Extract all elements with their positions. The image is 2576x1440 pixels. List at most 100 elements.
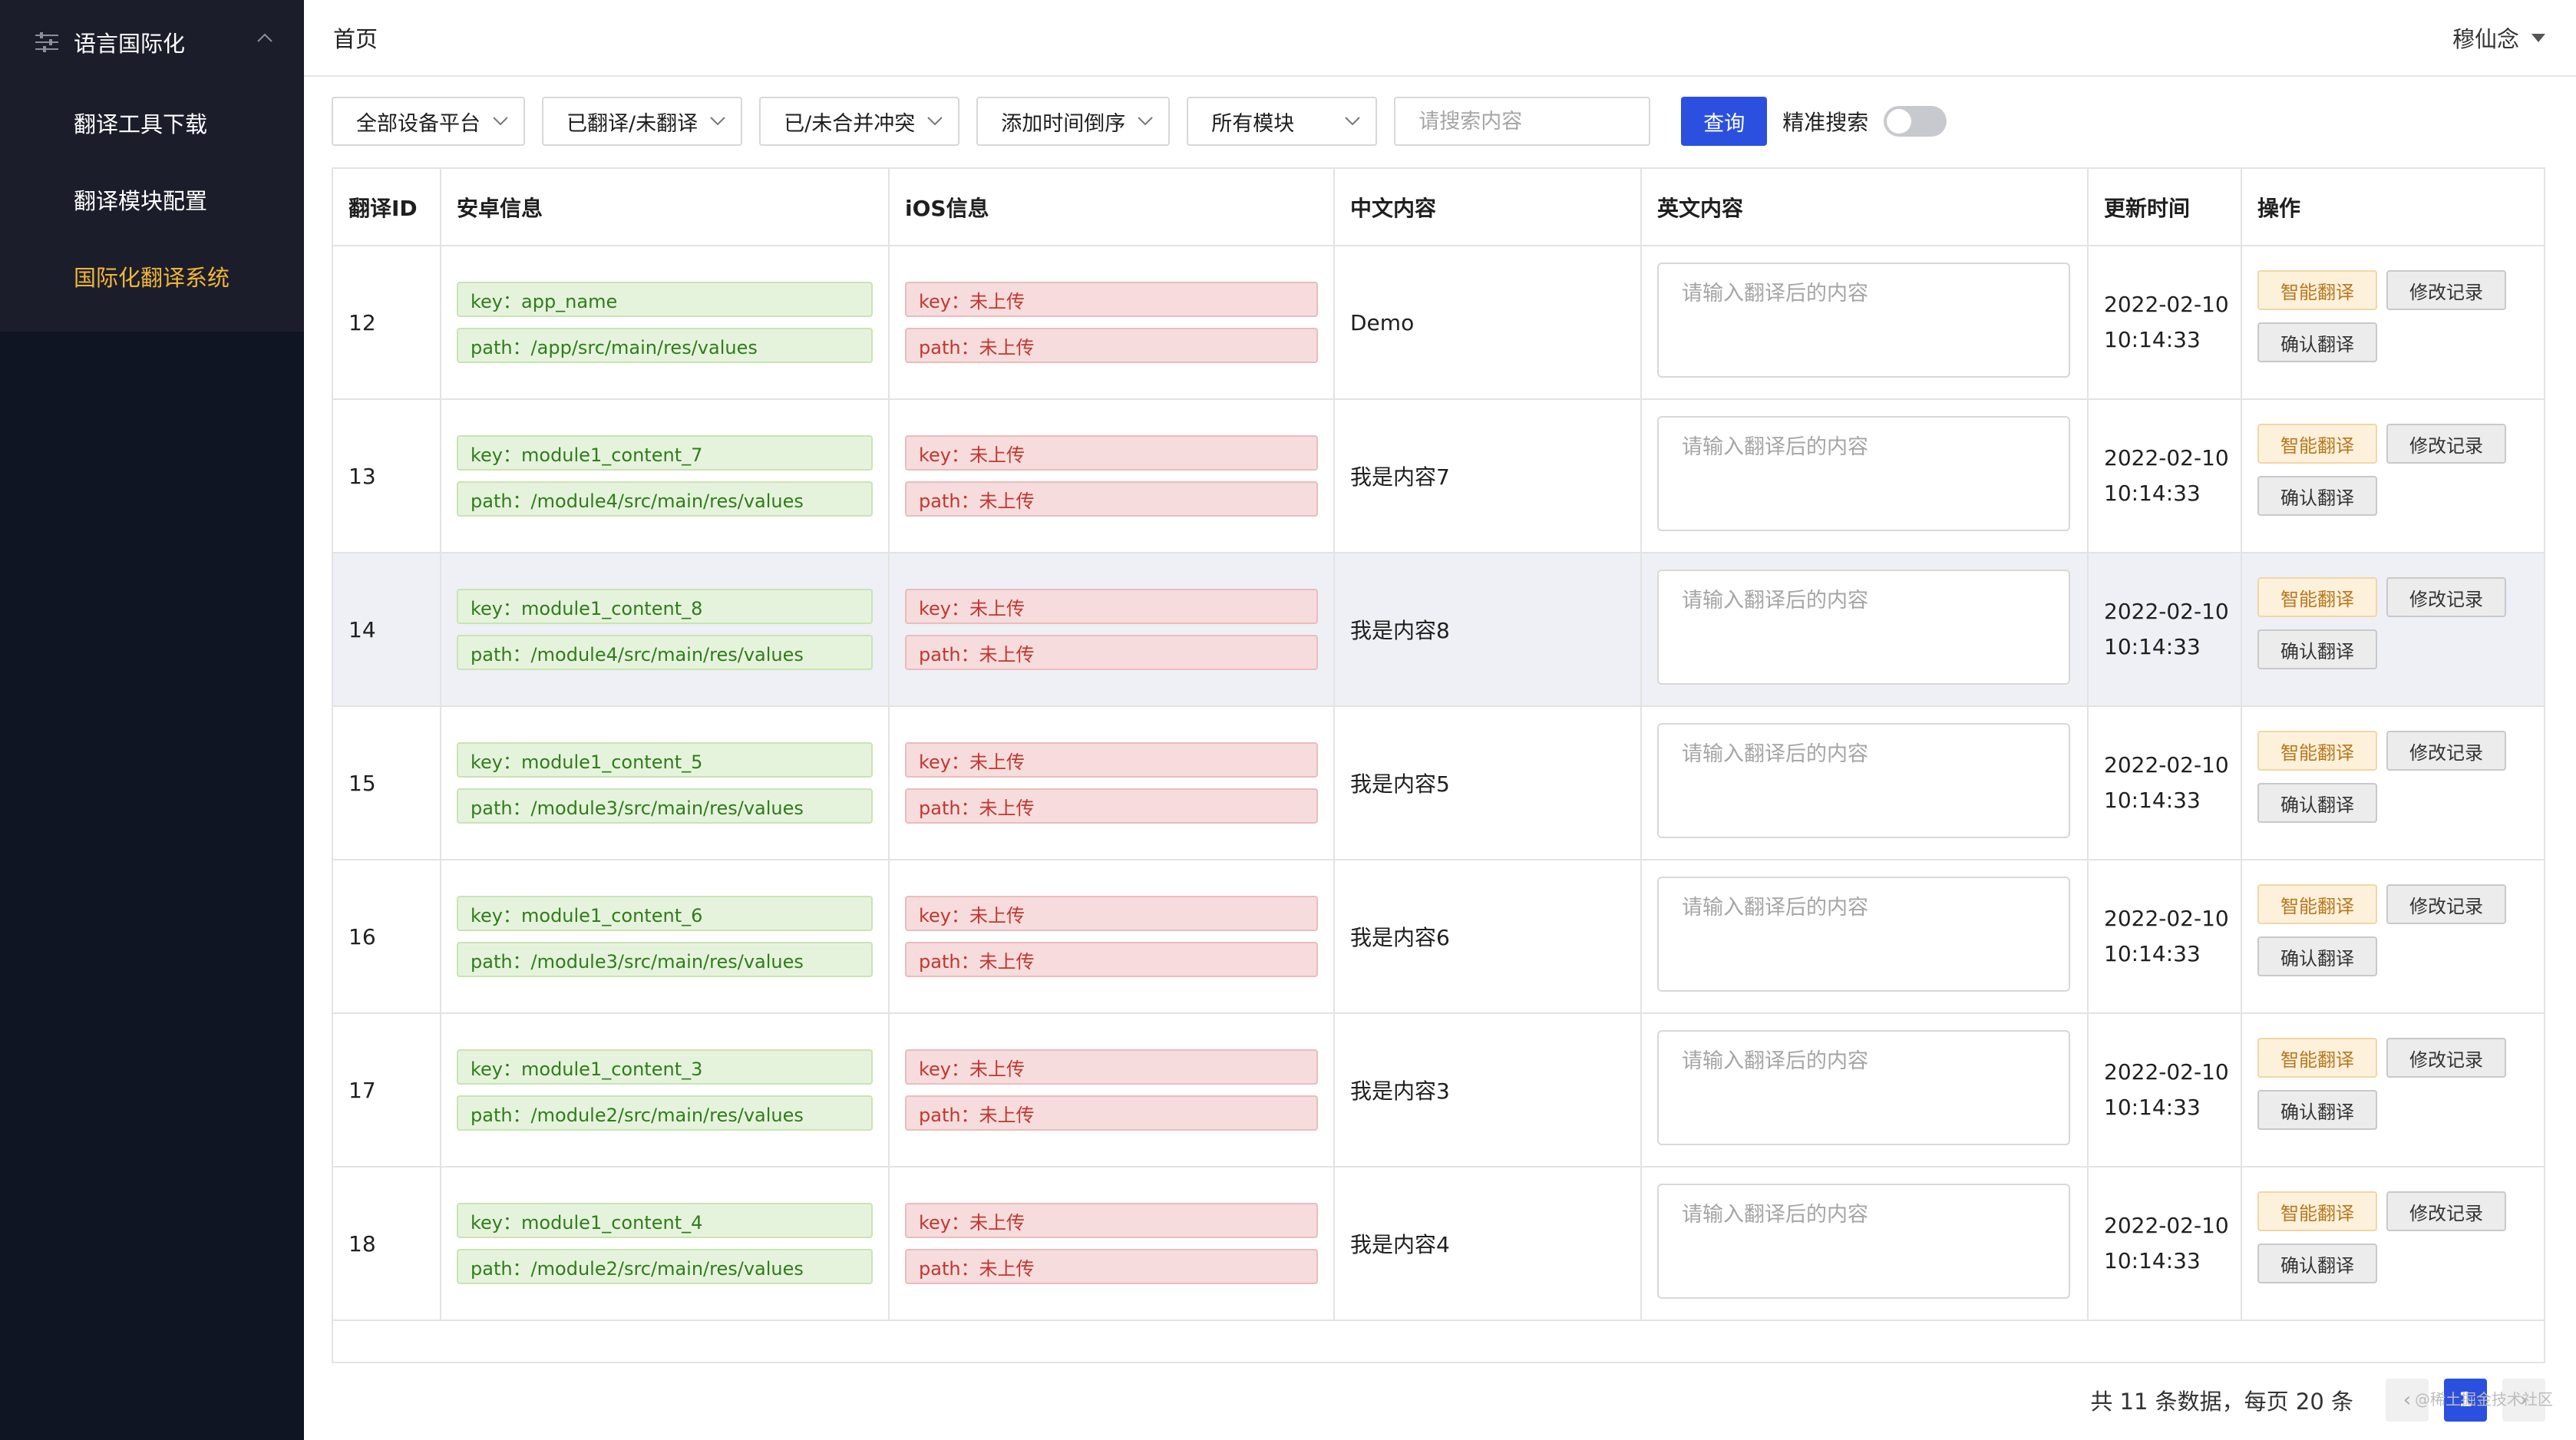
update-date: 2022-02-10 (2104, 752, 2229, 778)
android-key-tag: key：module1_content_7 (457, 435, 873, 471)
column-header-english: 英文内容 (1641, 169, 2089, 246)
cell-english (1641, 246, 2089, 400)
cell-android: key：module1_content_8 path：/module4/src/… (441, 553, 890, 707)
conflict-select[interactable]: 已/未合并冲突 (759, 97, 960, 146)
table-row: 16 key：module1_content_6 path：/module3/s… (333, 860, 2544, 1014)
action-group: 智能翻译 修改记录 确认翻译 (2257, 577, 2518, 682)
cell-ios: key：未上传 path：未上传 (889, 706, 1335, 860)
cell-english (1641, 553, 2089, 707)
translation-table[interactable]: 翻译ID 安卓信息 iOS信息 中文内容 英文内容 更新时间 操作 12 key… (332, 167, 2545, 1363)
confirm-translate-button[interactable]: 确认翻译 (2257, 936, 2377, 976)
update-date: 2022-02-10 (2104, 1059, 2229, 1085)
confirm-translate-button[interactable]: 确认翻译 (2257, 322, 2377, 362)
cell-updated: 2022-02-10 10:14:33 (2088, 860, 2242, 1014)
confirm-translate-button[interactable]: 确认翻译 (2257, 629, 2377, 669)
sort-select[interactable]: 添加时间倒序 (976, 97, 1171, 146)
update-time: 10:14:33 (2104, 327, 2201, 352)
change-log-button[interactable]: 修改记录 (2386, 577, 2506, 617)
smart-translate-button[interactable]: 智能翻译 (2257, 731, 2377, 771)
change-log-button[interactable]: 修改记录 (2386, 731, 2506, 771)
breadcrumb[interactable]: 首页 (333, 21, 378, 54)
action-group: 智能翻译 修改记录 确认翻译 (2257, 424, 2518, 528)
confirm-translate-button[interactable]: 确认翻译 (2257, 783, 2377, 823)
ios-path-tag: path：未上传 (905, 1249, 1318, 1284)
action-group: 智能翻译 修改记录 确认翻译 (2257, 884, 2518, 989)
user-menu[interactable]: 穆仙念 (2452, 21, 2545, 54)
smart-translate-button[interactable]: 智能翻译 (2257, 270, 2377, 310)
english-translation-input[interactable] (1657, 1183, 2070, 1299)
cell-ios: key：未上传 path：未上传 (889, 1013, 1335, 1168)
column-header-updated: 更新时间 (2088, 169, 2242, 246)
smart-translate-button[interactable]: 智能翻译 (2257, 884, 2377, 924)
sidebar-item-tool-download[interactable]: 翻译工具下载 (0, 84, 304, 161)
module-select[interactable]: 所有模块 (1187, 97, 1378, 146)
select-value: 添加时间倒序 (1001, 111, 1126, 136)
sidebar-item-translation-system[interactable]: 国际化翻译系统 (0, 238, 304, 315)
action-group: 智能翻译 修改记录 确认翻译 (2257, 270, 2518, 375)
cell-ios: key：未上传 path：未上传 (889, 553, 1335, 707)
confirm-translate-button[interactable]: 确认翻译 (2257, 1090, 2377, 1130)
smart-translate-button[interactable]: 智能翻译 (2257, 1191, 2377, 1231)
change-log-button[interactable]: 修改记录 (2386, 270, 2506, 310)
toggle-knob (1887, 109, 1912, 134)
confirm-translate-button[interactable]: 确认翻译 (2257, 1243, 2377, 1283)
cell-ios: key：未上传 path：未上传 (889, 246, 1335, 400)
english-translation-input[interactable] (1657, 569, 2070, 685)
update-date: 2022-02-10 (2104, 292, 2229, 317)
android-path-tag: path：/module3/src/main/res/values (457, 788, 873, 824)
cell-android: key：app_name path：/app/src/main/res/valu… (441, 246, 890, 400)
english-translation-input[interactable] (1657, 722, 2070, 838)
change-log-button[interactable]: 修改记录 (2386, 884, 2506, 924)
android-path-tag: path：/module4/src/main/res/values (457, 635, 873, 670)
english-translation-input[interactable] (1657, 876, 2070, 992)
query-button[interactable]: 查询 (1681, 97, 1768, 146)
smart-translate-button[interactable]: 智能翻译 (2257, 424, 2377, 464)
table-header-row: 翻译ID 安卓信息 iOS信息 中文内容 英文内容 更新时间 操作 (333, 169, 2544, 246)
sidebar-item-module-config[interactable]: 翻译模块配置 (0, 161, 304, 238)
cell-chinese: 我是内容5 (1334, 706, 1642, 860)
platform-select[interactable]: 全部设备平台 (332, 97, 525, 146)
cell-chinese: Demo (1334, 246, 1642, 400)
sidebar-item-label: 翻译模块配置 (74, 188, 208, 214)
change-log-button[interactable]: 修改记录 (2386, 424, 2506, 464)
update-time: 10:14:33 (2104, 788, 2201, 813)
english-translation-input[interactable] (1657, 415, 2070, 531)
menu-group-i18n[interactable]: 语言国际化 (0, 0, 304, 84)
precise-search-toggle[interactable] (1884, 106, 1947, 137)
cell-english (1641, 1167, 2089, 1321)
cell-updated: 2022-02-10 10:14:33 (2088, 553, 2242, 707)
search-input[interactable] (1394, 97, 1651, 146)
cell-chinese: 我是内容8 (1334, 553, 1642, 707)
cell-id: 12 (333, 246, 441, 400)
update-time: 10:14:33 (2104, 1095, 2201, 1120)
cell-ios: key：未上传 path：未上传 (889, 399, 1335, 553)
cell-english (1641, 706, 2089, 860)
english-translation-input[interactable] (1657, 262, 2070, 378)
precise-search-label: 精准搜索 (1782, 110, 1869, 135)
chevron-up-icon (257, 33, 272, 42)
english-translation-input[interactable] (1657, 1029, 2070, 1145)
android-key-tag: key：module1_content_4 (457, 1203, 873, 1238)
change-log-button[interactable]: 修改记录 (2386, 1038, 2506, 1078)
ios-key-tag: key：未上传 (905, 1049, 1318, 1085)
android-path-tag: path：/module2/src/main/res/values (457, 1249, 873, 1284)
change-log-button[interactable]: 修改记录 (2386, 1191, 2506, 1231)
translated-select[interactable]: 已翻译/未翻译 (542, 97, 743, 146)
select-value: 全部设备平台 (356, 111, 481, 136)
chevron-down-icon (493, 117, 508, 126)
table-row: 13 key：module1_content_7 path：/module4/s… (333, 399, 2544, 553)
table-row: 17 key：module1_content_3 path：/module2/s… (333, 1013, 2544, 1168)
smart-translate-button[interactable]: 智能翻译 (2257, 577, 2377, 617)
cell-actions: 智能翻译 修改记录 确认翻译 (2241, 1013, 2544, 1168)
table-body: 12 key：app_name path：/app/src/main/res/v… (333, 246, 2544, 1321)
confirm-translate-button[interactable]: 确认翻译 (2257, 476, 2377, 516)
select-value: 所有模块 (1211, 111, 1295, 136)
table-row: 18 key：module1_content_4 path：/module2/s… (333, 1167, 2544, 1321)
chevron-down-icon (1345, 117, 1360, 126)
column-header-chinese: 中文内容 (1334, 169, 1642, 246)
ios-path-tag: path：未上传 (905, 328, 1318, 363)
table-row: 14 key：module1_content_8 path：/module4/s… (333, 553, 2544, 707)
android-path-tag: path：/module4/src/main/res/values (457, 481, 873, 517)
smart-translate-button[interactable]: 智能翻译 (2257, 1038, 2377, 1078)
watermark: @稀土掘金技术社区 (2415, 1390, 2553, 1409)
